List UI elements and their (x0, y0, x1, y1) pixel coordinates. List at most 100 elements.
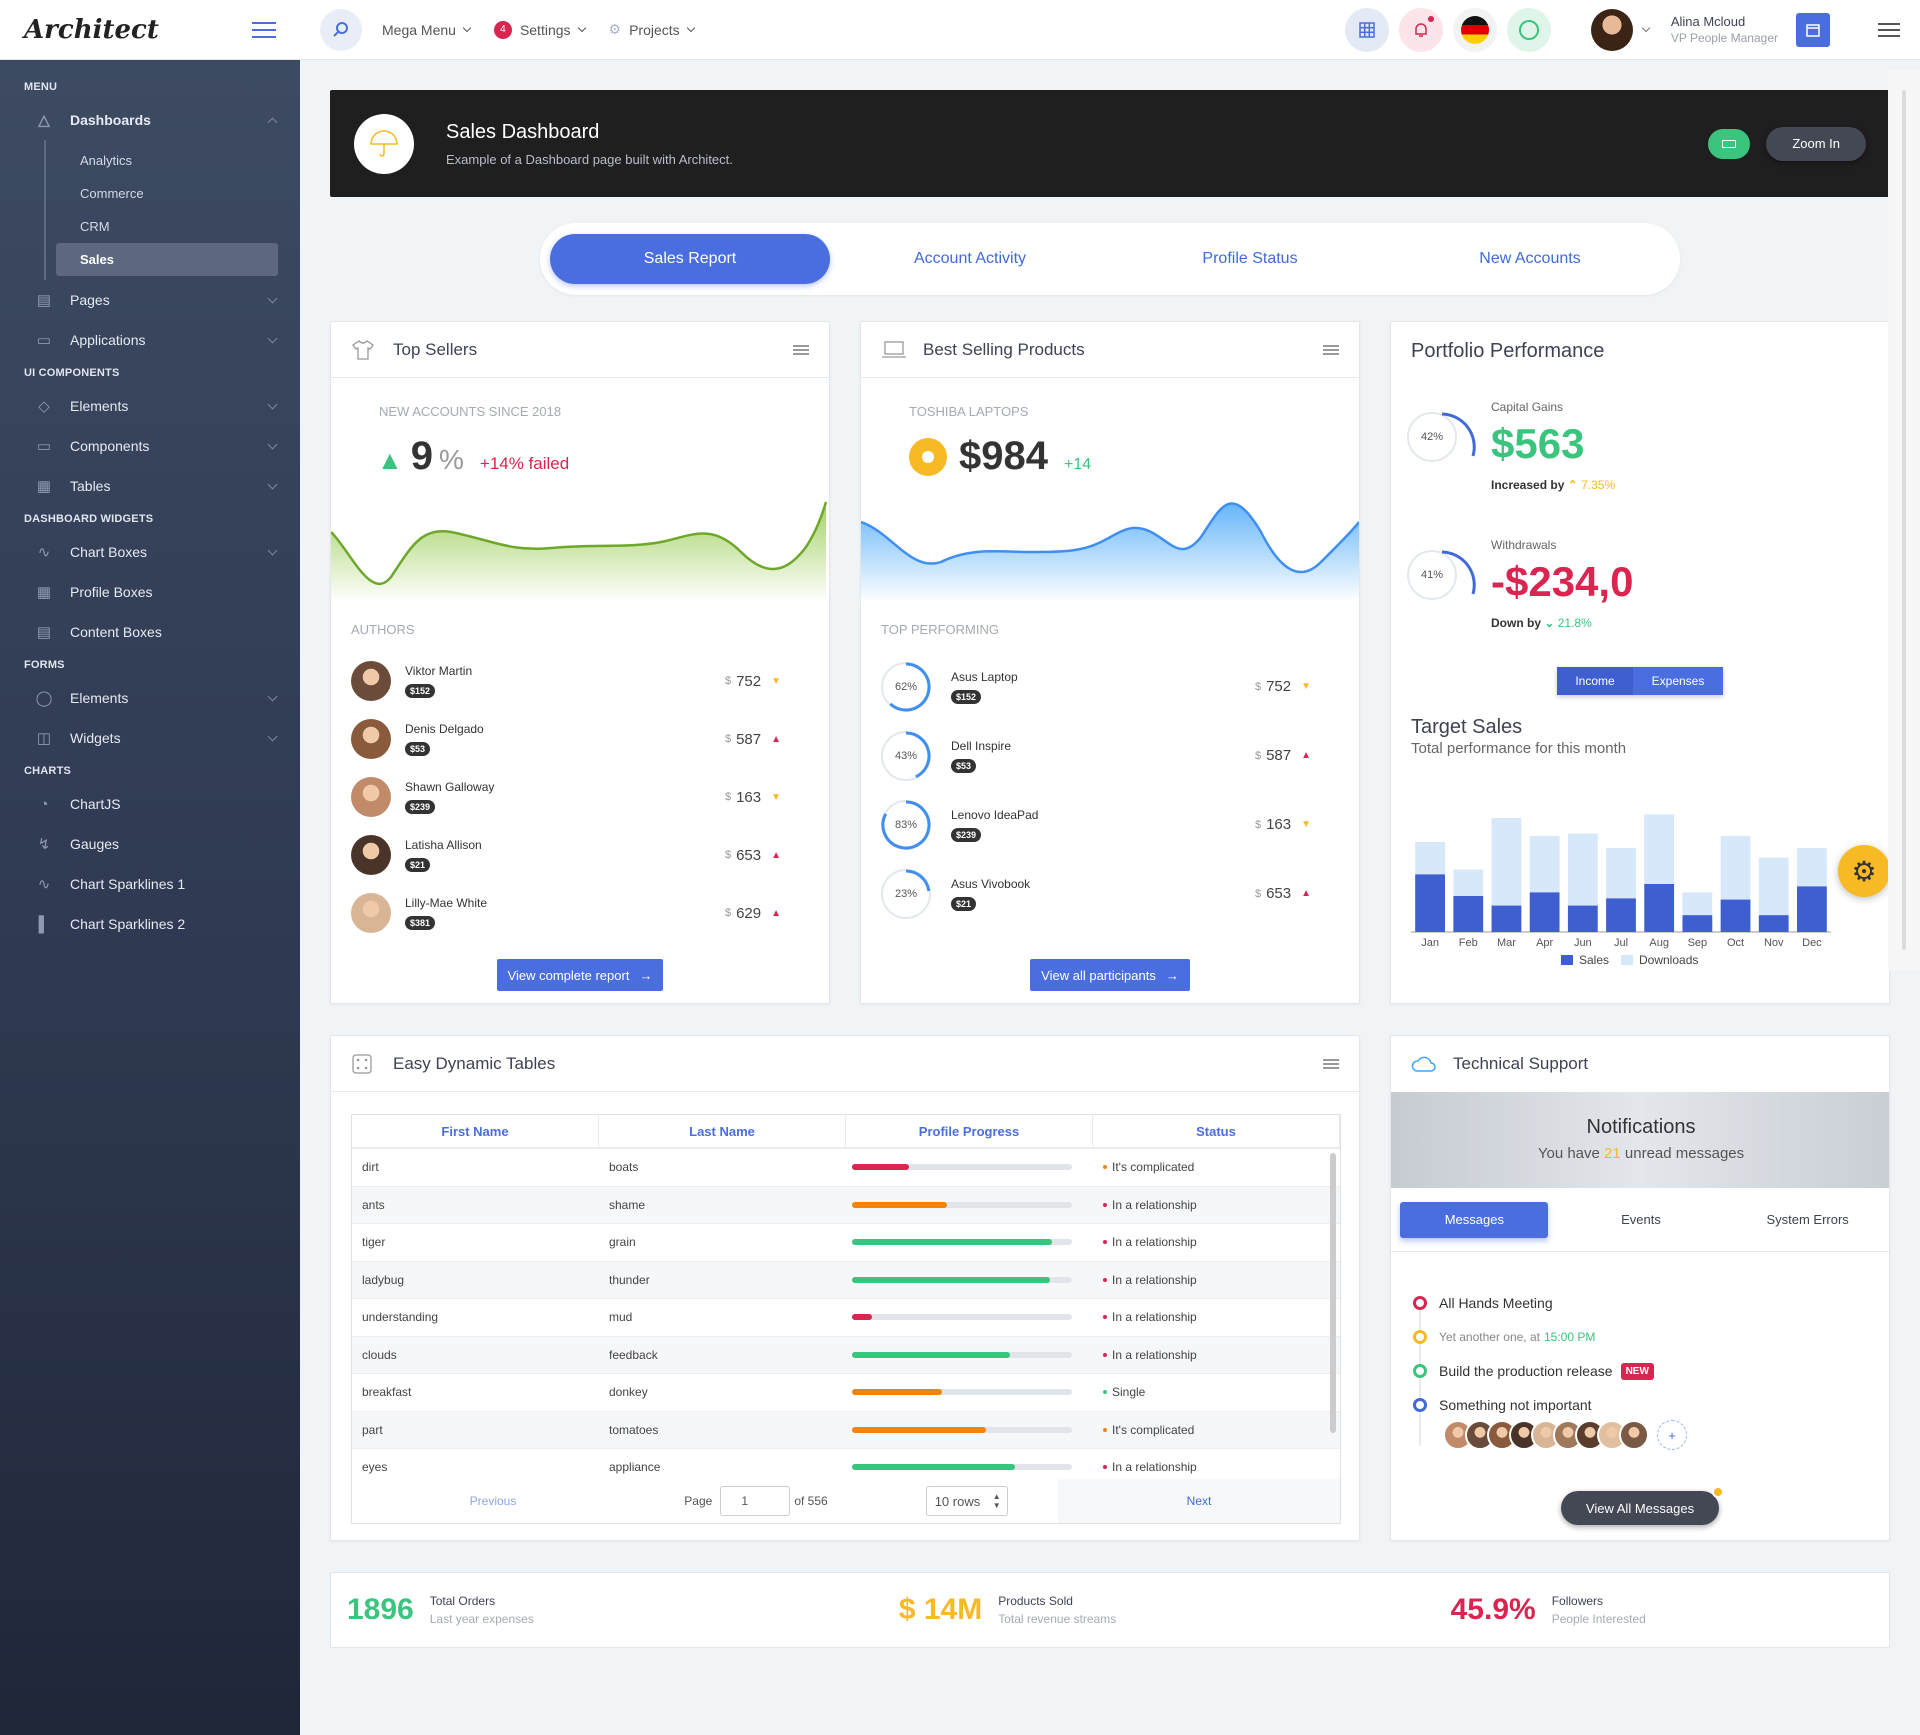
add-avatar-button[interactable]: + (1657, 1420, 1687, 1450)
sidebar-item-dashboards[interactable]: △ Dashboards (0, 100, 300, 140)
sidebar-item-content-boxes[interactable]: ▤ Content Boxes (0, 612, 300, 652)
page-controls: Page 1 of 556 10 rows ▲ ▼ (634, 1486, 1058, 1516)
sidebar-item-components[interactable]: ▭ Components (0, 426, 300, 466)
sidebar-item-applications[interactable]: ▭ Applications (0, 320, 300, 360)
battery-button[interactable] (1708, 128, 1751, 159)
bar-sales[interactable] (1567, 905, 1598, 932)
amount: $163 ▼ (725, 789, 781, 806)
progress-bar (852, 1389, 1072, 1396)
tab-messages[interactable]: Messages (1400, 1201, 1549, 1238)
zoom-in-button[interactable]: Zoom In (1766, 126, 1866, 161)
stat-value: ▲ 9 % +14% failed (377, 434, 569, 479)
bar-sales[interactable] (1758, 915, 1789, 932)
tab-events[interactable]: Events (1567, 1212, 1715, 1227)
sidebar-item-sales[interactable]: Sales (56, 243, 278, 276)
bar-sales[interactable] (1682, 915, 1713, 932)
sidebar-item-commerce[interactable]: Commerce (56, 177, 300, 210)
mega-menu[interactable]: Mega Menu (382, 22, 472, 38)
tab-sales-report[interactable]: Sales Report (550, 234, 830, 284)
sidebar-item-profile-boxes[interactable]: ▦ Profile Boxes (0, 572, 300, 612)
dice-icon (351, 1052, 377, 1076)
sidebar-item-pages[interactable]: ▤ Pages (0, 280, 300, 320)
calendar-button[interactable] (1796, 12, 1830, 47)
progress-fill (852, 1351, 1011, 1358)
rows-select[interactable]: 10 rows ▲ ▼ (925, 1486, 1008, 1516)
bar-sales[interactable] (1453, 896, 1484, 932)
previous-button[interactable]: Previous (352, 1494, 634, 1508)
amount-pill: $21 (405, 858, 431, 872)
table-row[interactable]: tiger grain In a relationship (352, 1224, 1340, 1262)
bar-sales[interactable] (1606, 898, 1636, 932)
sidebar-item-sparklines-2[interactable]: ▌ Chart Sparklines 2 (0, 904, 300, 944)
sidebar-item-chartjs[interactable]: ◔ ChartJS (0, 784, 300, 824)
column-profile-progress[interactable]: Profile Progress (846, 1115, 1093, 1147)
target-subtitle: Total performance for this month (1411, 740, 1627, 757)
table-row[interactable]: part tomatoes It's complicated (352, 1411, 1340, 1449)
hamburger-icon[interactable] (252, 21, 276, 38)
search-button[interactable] (320, 8, 362, 51)
bar-sales[interactable] (1720, 899, 1751, 932)
avatar[interactable] (1619, 1420, 1649, 1450)
tab-system-errors[interactable]: System Errors (1734, 1212, 1882, 1227)
bar-sales[interactable] (1797, 886, 1827, 932)
column-status[interactable]: Status (1093, 1115, 1340, 1147)
legend-label: Sales (1579, 953, 1609, 967)
menu-icon[interactable] (1323, 344, 1339, 355)
tab-profile-status[interactable]: Profile Status (1110, 234, 1390, 284)
next-button[interactable]: Next (1058, 1479, 1340, 1523)
scrollbar[interactable] (1888, 70, 1920, 970)
menu-button[interactable] (1878, 22, 1900, 37)
table-row[interactable]: clouds feedback In a relationship (352, 1336, 1340, 1374)
sidebar-header: Architect (0, 0, 300, 60)
menu-icon[interactable] (1323, 1058, 1339, 1069)
kpi-sub: People Interested (1551, 1612, 1646, 1626)
page-input[interactable]: 1 (720, 1486, 791, 1516)
expenses-button[interactable]: Expenses (1633, 667, 1723, 695)
sidebar-item-analytics[interactable]: Analytics (56, 144, 300, 177)
sidebar-item-elements[interactable]: ◇ Elements (0, 386, 300, 426)
avatar (351, 661, 391, 701)
table-row[interactable]: ants shame In a relationship (352, 1186, 1340, 1224)
card-title: Technical Support (1453, 1054, 1589, 1073)
grid-button[interactable] (1344, 7, 1389, 52)
bar-sales[interactable] (1491, 905, 1522, 932)
scrollbar-thumb[interactable] (1902, 90, 1906, 950)
table-row[interactable]: eyes appliance In a relationship (352, 1449, 1340, 1479)
table-row[interactable]: ladybug thunder In a relationship (352, 1261, 1340, 1299)
sidebar-item-chart-boxes[interactable]: ∿ Chart Boxes (0, 532, 300, 572)
status-text: In a relationship (1112, 1310, 1197, 1325)
tab-new-accounts[interactable]: New Accounts (1390, 234, 1670, 284)
notifications-button[interactable] (1398, 7, 1443, 52)
table-scrollbar[interactable] (1330, 1153, 1336, 1433)
sidebar-item-gauges[interactable]: ↯ Gauges (0, 824, 300, 864)
column-last-name[interactable]: Last Name (599, 1115, 846, 1147)
view-complete-report-button[interactable]: View complete report → (497, 959, 663, 991)
settings-menu[interactable]: 4 Settings (493, 20, 586, 39)
projects-menu[interactable]: ⚙ Projects (609, 21, 695, 38)
bar-sales[interactable] (1529, 892, 1560, 932)
user-menu[interactable]: Alina Mcloud VP People Manager (1590, 8, 1830, 51)
bar-sales[interactable] (1644, 884, 1675, 932)
activity-button[interactable] (1506, 7, 1551, 52)
column-first-name[interactable]: First Name (352, 1115, 599, 1147)
view-all-participants-button[interactable]: View all participants → (1030, 959, 1190, 991)
sidebar-item-widgets[interactable]: ◫ Widgets (0, 718, 300, 758)
sidebar-item-sparklines-1[interactable]: ∿ Chart Sparklines 1 (0, 864, 300, 904)
bar-sales[interactable] (1415, 874, 1445, 932)
sidebar-item-tables[interactable]: ▦ Tables (0, 466, 300, 506)
tab-account-activity[interactable]: Account Activity (830, 234, 1110, 284)
sidebar-item-crm[interactable]: CRM (56, 210, 300, 243)
income-button[interactable]: Income (1557, 667, 1633, 695)
table-row[interactable]: dirt boats It's complicated (352, 1149, 1340, 1187)
settings-gear-button[interactable]: ⚙ (1838, 845, 1890, 897)
table-row[interactable]: breakfast donkey Single (352, 1374, 1340, 1412)
product-name: Asus Laptop (951, 669, 1018, 684)
table-row[interactable]: understanding mud In a relationship (352, 1299, 1340, 1337)
cell-last-name: feedback (609, 1347, 658, 1362)
sidebar-item-form-elements[interactable]: ◯ Elements (0, 678, 300, 718)
language-button[interactable] (1452, 7, 1497, 52)
sidebar-heading: UI Components (24, 367, 120, 379)
menu-icon[interactable] (793, 344, 809, 355)
card-title: Easy Dynamic Tables (393, 1053, 556, 1073)
view-all-messages-button[interactable]: View All Messages (1561, 1491, 1719, 1525)
